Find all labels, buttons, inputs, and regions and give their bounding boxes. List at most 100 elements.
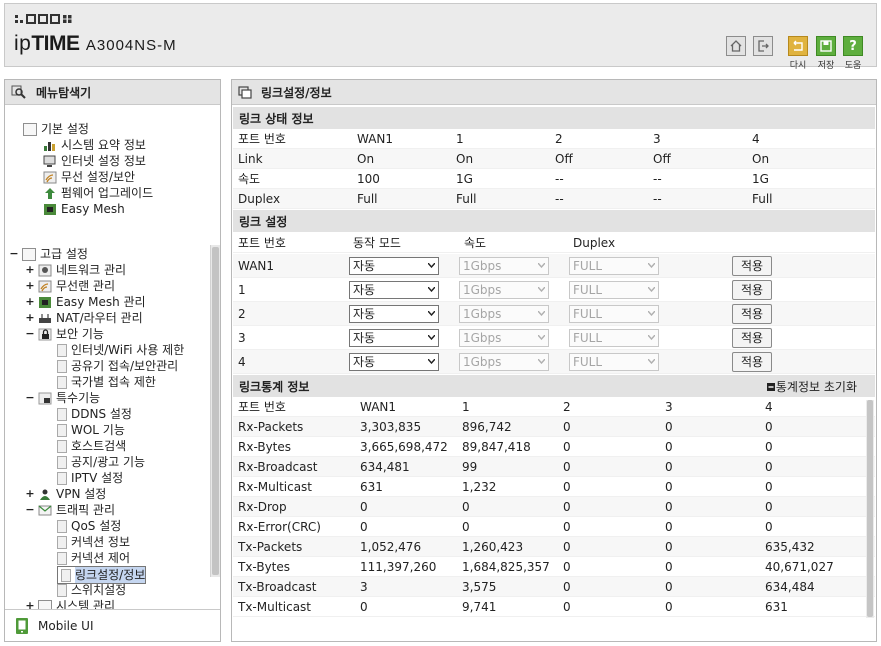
mobile-ui-link[interactable]: Mobile UI <box>5 609 220 641</box>
expand-icon[interactable]: + <box>25 294 35 310</box>
apply-button[interactable]: 적용 <box>732 352 772 372</box>
tree-advanced-settings[interactable]: − 고급 설정 <box>9 246 88 262</box>
expand-icon[interactable]: + <box>25 262 35 278</box>
tree-ddns[interactable]: DDNS 설정 <box>57 406 132 422</box>
row-label: Rx-Bytes <box>238 440 292 454</box>
tree-qos[interactable]: QoS 설정 <box>57 518 121 534</box>
save-label: 저장 <box>817 61 835 71</box>
cell-value: 3,665,698,472 <box>360 440 448 454</box>
cell-value: 0 <box>360 520 368 534</box>
collapse-icon[interactable]: − <box>25 326 35 342</box>
logout-button[interactable] <box>753 36 773 56</box>
tree-system-summary[interactable]: 시스템 요약 정보 <box>43 137 146 153</box>
tree-router-access-security[interactable]: 공유기 접속/보안관리 <box>57 358 178 374</box>
status-row: Duplex Full Full -- -- Full <box>233 189 875 209</box>
speed-select[interactable]: 1Gbps <box>459 353 549 371</box>
apply-button[interactable]: 적용 <box>732 256 772 276</box>
duplex-select[interactable]: FULL <box>569 281 659 299</box>
speed-select[interactable]: 1Gbps <box>459 305 549 323</box>
duplex-select[interactable]: FULL <box>569 257 659 275</box>
tree-vpn[interactable]: + VPN 설정 <box>25 486 106 502</box>
select-value: 자동 <box>353 331 376 345</box>
mode-select[interactable]: 자동 <box>349 305 439 323</box>
speed-select[interactable]: 1Gbps <box>459 281 549 299</box>
tree-internet-info[interactable]: 인터넷 설정 정보 <box>43 153 146 169</box>
tree-connection-control[interactable]: 커넥션 제어 <box>57 550 130 566</box>
tree-notice-ads[interactable]: 공지/광고 기능 <box>57 454 145 470</box>
collapse-icon[interactable]: − <box>25 390 35 406</box>
reset-stats-button[interactable]: 통계정보 초기화 <box>766 378 857 395</box>
home-button[interactable] <box>726 36 746 56</box>
tree-switch-settings[interactable]: 스위치설정 <box>57 582 126 598</box>
page-icon <box>57 551 67 565</box>
tree-firmware-upgrade[interactable]: 펌웨어 업그레이드 <box>43 185 153 201</box>
tree-wireless-management[interactable]: + 무선랜 관리 <box>25 278 115 294</box>
cell-value: WAN1 <box>360 400 397 414</box>
tree-easy-mesh[interactable]: Easy Mesh <box>43 201 125 217</box>
collapse-icon[interactable]: − <box>25 502 35 518</box>
tree-easy-mesh-management[interactable]: + Easy Mesh 관리 <box>25 294 145 310</box>
select-value: FULL <box>573 283 603 297</box>
tree-host-search[interactable]: 호스트검색 <box>57 438 126 454</box>
tree-special-functions[interactable]: − 특수기능 <box>25 390 100 406</box>
port-label: WAN1 <box>238 259 275 273</box>
apply-button[interactable]: 적용 <box>732 280 772 300</box>
stats-scrollbar[interactable] <box>866 400 874 618</box>
stats-row: Rx-Bytes 3,665,698,472 89,847,418 0 0 0 <box>233 437 875 457</box>
restart-button[interactable] <box>788 36 808 56</box>
wifi-icon <box>43 171 57 183</box>
mode-select[interactable]: 자동 <box>349 281 439 299</box>
select-value: 1Gbps <box>463 259 502 273</box>
tree-nat-router[interactable]: + NAT/라우터 관리 <box>25 310 142 326</box>
tree-iptv[interactable]: IPTV 설정 <box>57 470 123 486</box>
tree-country-block[interactable]: 국가별 접속 제한 <box>57 374 156 390</box>
duplex-select[interactable]: FULL <box>569 305 659 323</box>
cell-value: 0 <box>563 500 571 514</box>
port-label: 1 <box>238 283 246 297</box>
row-label: 포트 번호 <box>238 132 286 146</box>
tree-wol[interactable]: WOL 기능 <box>57 422 125 438</box>
row-label: Rx-Multicast <box>238 480 313 494</box>
row-label: Link <box>238 152 263 166</box>
basic-settings-icon <box>23 122 37 136</box>
cell-value: 0 <box>665 580 673 594</box>
mode-select[interactable]: 자동 <box>349 257 439 275</box>
apply-button[interactable]: 적용 <box>732 328 772 348</box>
row-label: Rx-Error(CRC) <box>238 520 321 534</box>
tree-wireless-security[interactable]: 무선 설정/보안 <box>43 169 135 185</box>
tree-network-management[interactable]: + 네트워크 관리 <box>25 262 126 278</box>
cell-value: 0 <box>665 460 673 474</box>
cell-value: Full <box>357 192 378 206</box>
tree-scrollbar[interactable] <box>210 245 220 577</box>
mode-select[interactable]: 자동 <box>349 329 439 347</box>
tree-connection-info[interactable]: 커넥션 정보 <box>57 534 130 550</box>
brand-bold: TIME <box>31 32 80 55</box>
duplex-select[interactable]: FULL <box>569 353 659 371</box>
tree-scrollbar-thumb[interactable] <box>212 247 219 575</box>
tree-internet-wifi-limit[interactable]: 인터넷/WiFi 사용 제한 <box>57 342 184 358</box>
link-settings-title: 링크 설정 <box>239 214 288 229</box>
stats-row: Rx-Multicast 631 1,232 0 0 0 <box>233 477 875 497</box>
expand-icon[interactable]: + <box>25 310 35 326</box>
tree-security[interactable]: − 보안 기능 <box>25 326 104 342</box>
expand-icon[interactable]: + <box>25 278 35 294</box>
menu-explorer: 메뉴탐색기 기본 설정 시스템 요약 정보 인터넷 설정 정보 무선 설정/보안… <box>4 79 221 642</box>
expand-icon[interactable]: + <box>25 486 35 502</box>
vpn-icon <box>40 489 50 500</box>
tree-traffic-management[interactable]: − 트래픽 관리 <box>25 502 115 518</box>
apply-button[interactable]: 적용 <box>732 304 772 324</box>
page-icon <box>57 583 67 597</box>
row-label: Tx-Packets <box>238 540 303 554</box>
select-value: FULL <box>573 331 603 345</box>
speed-select[interactable]: 1Gbps <box>459 257 549 275</box>
cell-value: 0 <box>563 600 571 614</box>
cell-value: 634,484 <box>765 580 815 594</box>
speed-select[interactable]: 1Gbps <box>459 329 549 347</box>
mode-select[interactable]: 자동 <box>349 353 439 371</box>
collapse-icon[interactable]: − <box>9 246 19 262</box>
duplex-select[interactable]: FULL <box>569 329 659 347</box>
stats-scrollbar-thumb[interactable] <box>867 400 873 617</box>
save-button[interactable] <box>816 36 836 56</box>
help-button[interactable]: ? <box>843 36 863 56</box>
tree-basic-settings[interactable]: 기본 설정 <box>23 121 89 137</box>
